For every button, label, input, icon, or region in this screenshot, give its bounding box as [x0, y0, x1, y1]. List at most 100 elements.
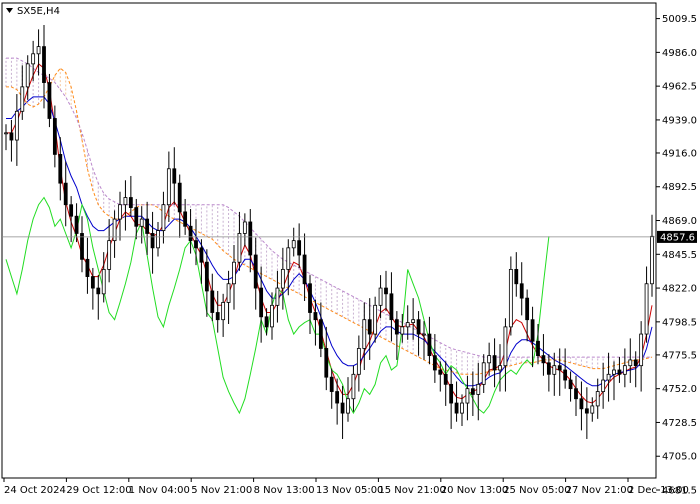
candle-body-3	[20, 86, 25, 112]
candle-body-103	[563, 369, 568, 381]
candle-body-42	[232, 261, 236, 285]
candle-body-1	[9, 132, 14, 141]
candle-body-104	[568, 379, 573, 390]
candle-body-80	[438, 369, 443, 375]
candle-body-31	[172, 168, 177, 184]
candle-body-53	[291, 240, 296, 249]
candle-body-97	[530, 319, 535, 342]
candle-body-14	[80, 233, 84, 260]
y-tick-label-9: 4798.5	[662, 317, 697, 328]
candle-body-99	[541, 355, 546, 364]
candle-body-84	[460, 402, 464, 414]
candle-body-52	[286, 247, 291, 270]
candle-body-38	[210, 290, 215, 313]
candle-body-85	[465, 388, 470, 404]
candle-body-111	[606, 373, 611, 381]
x-tick-label-0: 24 Oct 2024	[4, 485, 66, 496]
candle-body-92	[503, 326, 508, 367]
senkou-span-a-line	[6, 67, 653, 375]
tenkan-sen-line	[6, 63, 653, 404]
y-tick-label-12: 4728.5	[662, 418, 697, 429]
candle-body-86	[470, 388, 475, 395]
candle-body-8	[47, 82, 52, 119]
y-tick-label-7: 4845.5	[662, 250, 697, 261]
candle-body-74	[405, 322, 410, 328]
candle-body-11	[63, 182, 68, 206]
chart-canvas: 5009.5 4986.0 4962.5 4939.0 4916.0 4892.5 4869…	[1, 2, 697, 497]
candle-body-19	[107, 240, 112, 270]
chart-header: SX5E,H4	[6, 6, 60, 17]
candle-body-50	[275, 287, 280, 306]
candle-body-101	[552, 365, 557, 375]
candle-body-59	[324, 348, 329, 378]
candle-body-35	[194, 240, 198, 249]
x-tick-label-6: 15 Nov 21:00	[378, 485, 445, 496]
x-tick-label-4: 8 Nov 13:00	[254, 485, 315, 496]
candle-body-6	[36, 46, 41, 55]
plot-border	[1, 2, 657, 479]
candle-body-110	[601, 379, 606, 392]
x-axis: 24 Oct 2024 29 Oct 12:001 Nov 04:00 5 Nov …	[3, 478, 689, 496]
y-tick-label-13: 4705.0	[662, 452, 697, 463]
candle-body-26	[145, 218, 150, 234]
kijun-sen-line	[6, 96, 653, 387]
candle-body-91	[498, 365, 502, 371]
candle-body-25	[139, 218, 144, 227]
x-tick-label-3: 5 Nov 21:00	[191, 485, 252, 496]
chart: 5009.5 4986.0 4962.5 4939.0 4916.0 4892.5 4869…	[0, 0, 700, 500]
candle-body-51	[280, 268, 285, 289]
y-tick-label-2: 4962.5	[662, 82, 697, 93]
candle-body-49	[270, 304, 274, 328]
candle-body-106	[579, 398, 584, 410]
candle-body-56	[308, 283, 312, 313]
candle-body-96	[525, 297, 530, 321]
candle-body-16	[90, 276, 95, 289]
candle-body-30	[166, 168, 171, 206]
candle-body-69	[378, 287, 383, 306]
y-tick-label-11: 4752.0	[662, 384, 697, 395]
x-tick-label-10: 2 Dec 13:00	[628, 485, 689, 496]
candle-body-79	[432, 355, 437, 371]
candle-body-114	[622, 365, 627, 375]
price-candles	[4, 25, 654, 439]
price-tag-label: 4857.6	[660, 232, 695, 243]
candle-body-48	[264, 316, 269, 328]
collapse-arrow-icon[interactable]	[6, 8, 13, 13]
candle-body-34	[188, 225, 193, 242]
candle-body-43	[237, 233, 242, 263]
candle-body-82	[449, 383, 454, 404]
candle-body-28	[156, 230, 160, 249]
plot-frame	[1, 2, 657, 479]
candle-body-95	[519, 283, 524, 299]
candle-body-102	[557, 365, 562, 371]
candle-body-113	[617, 369, 622, 375]
y-tick-label-0: 5009.5	[662, 14, 697, 25]
candle-body-65	[356, 348, 361, 375]
candle-body-18	[101, 268, 106, 295]
candle-body-4	[25, 63, 30, 88]
candle-body-0	[4, 132, 8, 135]
candle-body-76	[416, 319, 421, 335]
candle-body-116	[633, 359, 638, 367]
candle-body-2	[14, 110, 19, 141]
candle-body-7	[42, 46, 46, 83]
candle-body-21	[118, 204, 122, 220]
y-tick-label-6: 4869.0	[662, 216, 697, 227]
candle-body-93	[508, 268, 513, 328]
senkou-span-b-line	[6, 57, 652, 358]
candle-body-90	[492, 355, 497, 371]
candle-body-77	[422, 333, 426, 336]
candle-body-45	[248, 221, 253, 256]
candle-body-108	[590, 405, 595, 414]
candle-body-47	[259, 287, 264, 318]
candle-body-72	[394, 319, 399, 335]
x-tick-label-5: 13 Nov 05:00	[316, 485, 383, 496]
x-tick-label-9: 27 Nov 21:00	[566, 485, 633, 496]
x-tick-label-7: 20 Nov 13:00	[441, 485, 508, 496]
candle-body-67	[367, 319, 372, 335]
current-price-marker: 4857.6	[657, 230, 697, 243]
y-tick-label-1: 4986.0	[662, 48, 697, 59]
candle-body-37	[204, 261, 209, 292]
candle-body-98	[536, 340, 540, 357]
candle-body-12	[69, 204, 74, 217]
